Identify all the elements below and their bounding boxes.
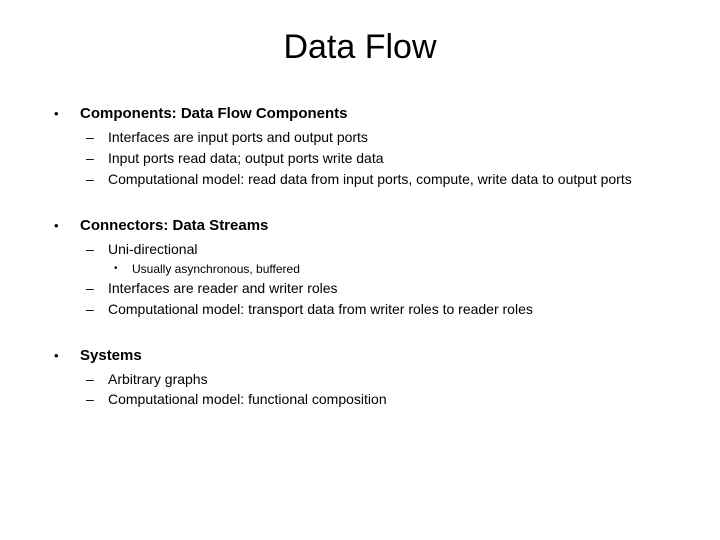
list-item: Usually asynchronous, buffered bbox=[108, 261, 680, 277]
item-text: Uni-directional bbox=[108, 241, 197, 257]
list-item: Interfaces are input ports and output po… bbox=[80, 128, 680, 147]
section-systems: Systems Arbitrary graphs Computational m… bbox=[50, 347, 680, 410]
item-text: Interfaces are input ports and output po… bbox=[108, 129, 368, 145]
section-heading: Systems bbox=[80, 347, 142, 364]
list-item: Input ports read data; output ports writ… bbox=[80, 149, 680, 168]
slide-title: Data Flow bbox=[0, 0, 720, 105]
item-text: Usually asynchronous, buffered bbox=[132, 262, 300, 276]
bullet-list-lvl1: Components: Data Flow Components Interfa… bbox=[50, 105, 680, 409]
section-heading: Connectors: Data Streams bbox=[80, 217, 268, 234]
item-text: Interfaces are reader and writer roles bbox=[108, 280, 338, 296]
section-components: Components: Data Flow Components Interfa… bbox=[50, 105, 680, 189]
bullet-list-lvl2: Interfaces are input ports and output po… bbox=[80, 128, 680, 189]
item-text: Computational model: read data from inpu… bbox=[108, 171, 632, 187]
section-heading: Components: Data Flow Components bbox=[80, 105, 348, 122]
slide: Data Flow Components: Data Flow Componen… bbox=[0, 0, 720, 540]
slide-content: Components: Data Flow Components Interfa… bbox=[0, 105, 720, 409]
section-connectors: Connectors: Data Streams Uni-directional… bbox=[50, 217, 680, 319]
bullet-list-lvl2: Uni-directional Usually asynchronous, bu… bbox=[80, 240, 680, 319]
bullet-list-lvl3: Usually asynchronous, buffered bbox=[108, 261, 680, 277]
item-text: Arbitrary graphs bbox=[108, 371, 208, 387]
list-item: Interfaces are reader and writer roles bbox=[80, 279, 680, 298]
list-item: Computational model: functional composit… bbox=[80, 390, 680, 409]
list-item: Computational model: transport data from… bbox=[80, 300, 680, 319]
bullet-list-lvl2: Arbitrary graphs Computational model: fu… bbox=[80, 370, 680, 410]
item-text: Computational model: functional composit… bbox=[108, 391, 387, 407]
item-text: Computational model: transport data from… bbox=[108, 301, 533, 317]
item-text: Input ports read data; output ports writ… bbox=[108, 150, 384, 166]
list-item: Arbitrary graphs bbox=[80, 370, 680, 389]
list-item: Computational model: read data from inpu… bbox=[80, 170, 680, 189]
list-item: Uni-directional Usually asynchronous, bu… bbox=[80, 240, 680, 277]
